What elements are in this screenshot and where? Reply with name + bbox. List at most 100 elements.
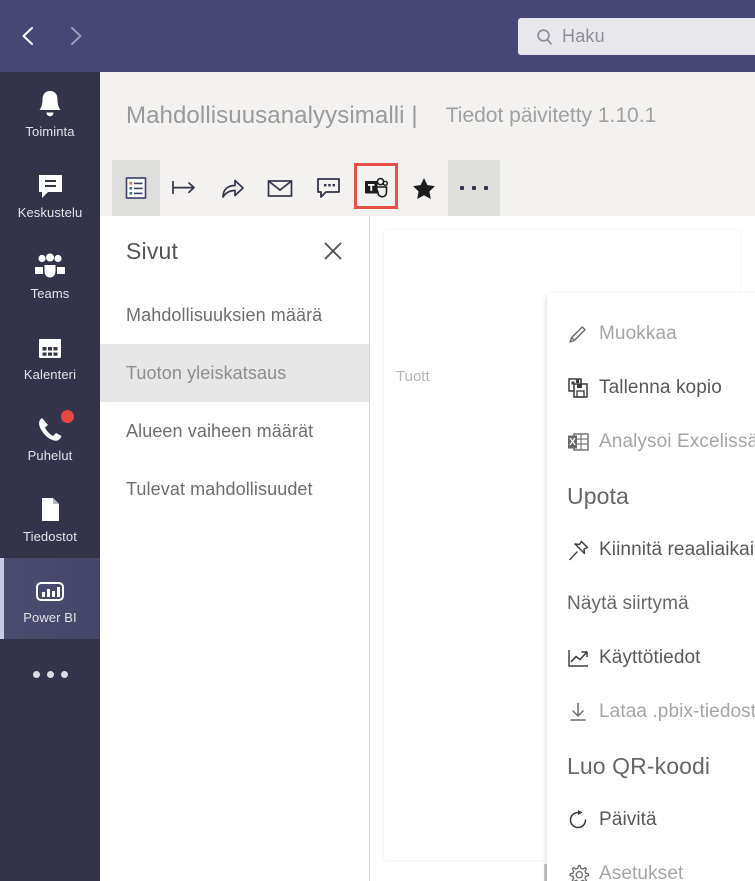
search-input[interactable]: Haku <box>518 18 755 55</box>
menu-item-kayttotiedot[interactable]: Käyttötiedot <box>547 631 755 685</box>
sidebar-item-tiedostot[interactable]: Tiedostot <box>0 477 100 558</box>
sidebar-item-label: Puhelut <box>27 448 73 463</box>
menu-item-label: Muokkaa <box>599 323 677 344</box>
pages-panel-header: Sivut <box>100 216 369 286</box>
page-list-item[interactable]: Mahdollisuuksien määrä <box>100 286 369 344</box>
page-item-label: Tuoton yleiskatsaus <box>126 362 287 383</box>
mail-icon <box>267 180 293 197</box>
chevron-right-icon <box>71 27 82 45</box>
comment-icon <box>316 178 340 198</box>
chevron-left-icon <box>22 27 33 45</box>
sidebar-item-label: Power BI <box>23 610 77 625</box>
share-button[interactable] <box>208 160 256 216</box>
menu-item-label: Kiinnitä reaaliaikainen sivu <box>599 539 755 560</box>
more-options-button[interactable] <box>448 160 500 216</box>
report-header: Mahdollisuusanalyysimalli | Tiedot päivi… <box>100 72 755 160</box>
pages-panel: Sivut Mahdollisuuksien määrä Tuoton ylei… <box>100 216 370 881</box>
mail-button[interactable] <box>256 160 304 216</box>
more-apps-button[interactable] <box>0 639 100 709</box>
back-button[interactable] <box>12 20 44 52</box>
page-list-item-selected[interactable]: Tuoton yleiskatsaus <box>100 344 369 402</box>
more-options-menu: Muokkaa Tallenna kopio X Analysoi Exceli… <box>547 293 755 881</box>
sidebar-item-label: Teams <box>30 286 70 301</box>
page-item-label: Alueen vaiheen määrät <box>126 420 314 441</box>
menu-item-label: Upota <box>567 482 629 509</box>
menu-item-lataa-pbix-tiedosto[interactable]: Lataa .pbix-tiedosto <box>547 685 755 739</box>
menu-item-label: Päivitä <box>599 809 657 830</box>
page-list-item[interactable]: Tulevat mahdollisuudet <box>100 460 369 518</box>
menu-item-label: Asetukset <box>599 863 684 881</box>
usage-icon <box>567 647 599 669</box>
sidebar-item-power-bi[interactable]: Power BI <box>0 558 100 639</box>
excel-icon: X <box>567 431 599 453</box>
chat-button[interactable] <box>304 160 352 216</box>
download-icon <box>567 701 599 723</box>
close-icon <box>324 242 342 260</box>
sidebar-item-kalenteri[interactable]: Kalenteri <box>0 315 100 396</box>
ellipsis-dot <box>46 670 54 678</box>
menu-item-label: Käyttötiedot <box>599 647 701 668</box>
menu-item-paivita[interactable]: Päivitä <box>547 793 755 847</box>
teams-icon <box>365 177 388 198</box>
reset-icon <box>172 181 195 194</box>
share-icon <box>222 179 244 198</box>
sidebar-item-teams[interactable]: Teams <box>0 234 100 315</box>
page-item-label: Tulevat mahdollisuudet <box>126 478 313 499</box>
list-icon <box>125 177 147 199</box>
navigation-arrows <box>12 20 92 52</box>
forward-button[interactable] <box>60 20 92 52</box>
pages-panel-title: Sivut <box>126 237 179 264</box>
menu-item-tallenna-kopio[interactable]: Tallenna kopio <box>547 361 755 415</box>
sidebar-item-label: Keskustelu <box>17 205 83 220</box>
menu-item-label: Analysoi Excelissä <box>599 431 755 452</box>
sidebar-item-label: Kalenteri <box>23 367 77 382</box>
ellipsis-icon <box>460 186 488 190</box>
close-pages-panel-button[interactable] <box>319 237 347 265</box>
teams-powerbi-app: Haku Toiminta Keskustelu Teams Kalenteri… <box>0 0 755 881</box>
bell-icon <box>35 86 65 120</box>
menu-item-label: Luo QR-koodi <box>567 752 711 779</box>
refresh-icon <box>567 809 599 831</box>
sidebar-item-label: Tiedostot <box>23 529 77 544</box>
menu-item-label: Näytä siirtymä <box>567 593 689 614</box>
menu-item-analysoi-excelissa[interactable]: X Analysoi Excelissä <box>547 415 755 469</box>
powerbi-icon <box>33 572 67 606</box>
calls-unread-badge <box>61 410 74 423</box>
teams-button[interactable] <box>352 160 400 216</box>
menu-item-asetukset[interactable]: Asetukset <box>547 847 755 881</box>
menu-item-nayta-siirtyma[interactable]: Näytä siirtymä <box>547 577 755 631</box>
ellipsis-dot <box>32 670 40 678</box>
favorite-button[interactable] <box>400 160 448 216</box>
svg-text:X: X <box>569 437 576 448</box>
sidebar-item-puhelut[interactable]: Puhelut <box>0 396 100 477</box>
sidebar-item-toiminta[interactable]: Toiminta <box>0 72 100 153</box>
gear-icon <box>567 863 599 881</box>
visual-axis-label: Tuott <box>396 368 430 385</box>
menu-item-luo-qr-koodi[interactable]: Luo QR-koodi <box>547 739 755 793</box>
file-icon <box>36 491 64 525</box>
page-list-item[interactable]: Alueen vaiheen määrät <box>100 402 369 460</box>
page-item-label: Mahdollisuuksien määrä <box>126 304 323 325</box>
people-icon <box>33 248 67 282</box>
chat-icon <box>35 167 66 201</box>
save-copy-icon <box>567 377 599 400</box>
report-content-area: Mahdollisuusanalyysimalli | Tiedot päivi… <box>100 72 755 881</box>
sidebar-item-keskustelu[interactable]: Keskustelu <box>0 153 100 234</box>
report-toolbar <box>100 160 755 216</box>
search-icon <box>536 28 553 46</box>
menu-item-label: Tallenna kopio <box>599 377 722 398</box>
star-icon <box>413 177 435 199</box>
ellipsis-dot <box>60 670 68 678</box>
top-bar: Haku <box>0 0 755 72</box>
pages-list-button[interactable] <box>112 160 160 216</box>
sidebar-item-label: Toiminta <box>25 124 75 139</box>
pin-icon <box>567 539 599 562</box>
menu-item-muokkaa[interactable]: Muokkaa <box>547 307 755 361</box>
reset-button[interactable] <box>160 160 208 216</box>
menu-item-upota[interactable]: Upota <box>547 469 755 523</box>
pencil-icon <box>567 323 599 345</box>
menu-item-kiinnita-reaaliaikainen-sivu[interactable]: Kiinnitä reaaliaikainen sivu <box>547 523 755 577</box>
calendar-icon <box>35 329 65 363</box>
page-title: Mahdollisuusanalyysimalli | <box>126 102 418 129</box>
